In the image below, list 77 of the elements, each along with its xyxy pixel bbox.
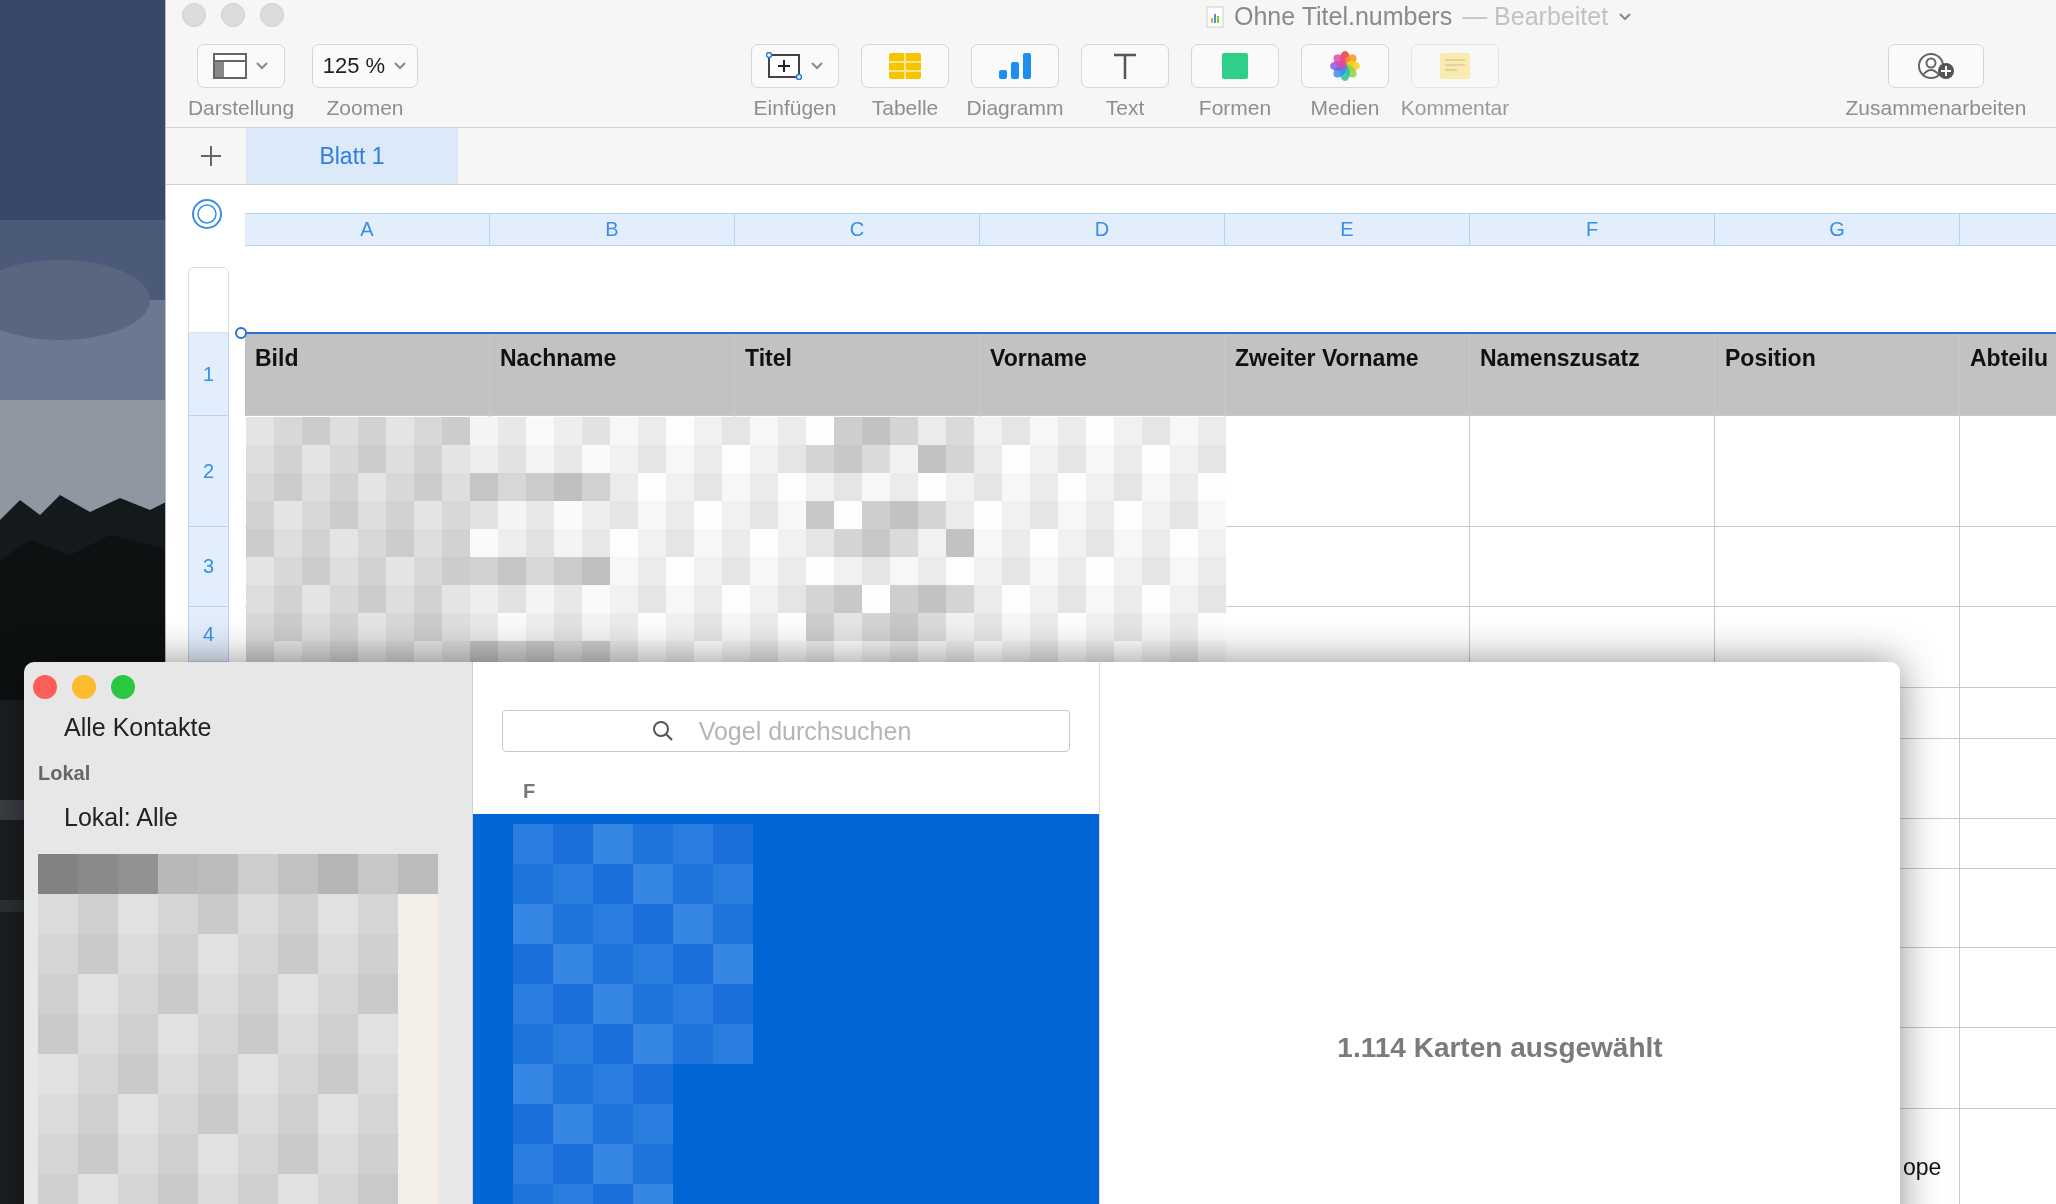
window-title: Ohne Titel.numbers: [1234, 2, 1453, 31]
row-header[interactable]: [188, 267, 229, 333]
chevron-icon: [255, 61, 269, 71]
chevron-icon: [1618, 11, 1633, 22]
row-header[interactable]: 1: [188, 333, 229, 416]
toolbar-label: Darstellung: [187, 96, 295, 120]
toolbar-label: Tabelle: [871, 96, 939, 120]
table-header-cell: Zweiter Vorname: [1225, 333, 1470, 416]
table-header-cell: Abteilu: [1960, 333, 2056, 416]
toolbar-label: Medien: [1310, 96, 1380, 120]
table-button[interactable]: [861, 44, 949, 88]
row-header[interactable]: 2: [188, 416, 229, 527]
note-icon: [1439, 52, 1471, 80]
column-header[interactable]: D: [980, 213, 1225, 246]
bar-chart-icon: [997, 52, 1033, 80]
window-control[interactable]: [72, 675, 96, 699]
select-all-icon: [191, 198, 223, 230]
selected-contacts[interactable]: [473, 814, 1099, 1204]
chart-button[interactable]: [971, 44, 1059, 88]
square-icon: [1221, 52, 1249, 80]
view-button[interactable]: [197, 44, 285, 88]
window-control[interactable]: [182, 3, 206, 27]
add-icon: [200, 145, 222, 167]
section-header: F: [522, 779, 537, 804]
chevron-icon: [393, 61, 408, 71]
section-header: Lokal: [37, 761, 92, 786]
media-button[interactable]: [1301, 44, 1389, 88]
column-header[interactable]: G: [1715, 213, 1960, 246]
table-header-cell: Namenszusatz: [1470, 333, 1715, 416]
table-header-cell: Titel: [735, 333, 980, 416]
zoom-button[interactable]: 125 %: [311, 44, 419, 88]
toolbar-label: Kommentar: [1400, 96, 1510, 120]
table-header-cell: Bild: [245, 333, 490, 416]
layout-icon: [213, 53, 247, 79]
toolbar-label: Formen: [1198, 96, 1272, 120]
flower-icon: [1330, 51, 1360, 81]
selection-summary: 1.114 Karten ausgewählt: [1337, 1032, 1663, 1065]
column-header[interactable]: B: [490, 213, 735, 246]
toolbar-label: Text: [1105, 96, 1145, 120]
column-header[interactable]: C: [735, 213, 980, 246]
sidebar-item[interactable]: Alle Kontakte: [24, 699, 472, 750]
toolbar-label: Einfügen: [753, 96, 837, 120]
window-control[interactable]: [111, 675, 135, 699]
window-control[interactable]: [33, 675, 57, 699]
person-add-icon: [1916, 51, 1956, 81]
document-icon: [1206, 5, 1224, 28]
insert-icon: [766, 52, 802, 80]
toolbar-label: Zoomen: [326, 96, 404, 120]
collaborate-button[interactable]: [1888, 44, 1984, 88]
row-header[interactable]: 3: [188, 527, 229, 607]
column-header[interactable]: A: [245, 213, 490, 246]
shape-button[interactable]: [1191, 44, 1279, 88]
window-control[interactable]: [221, 3, 245, 27]
table-header-cell: Position: [1715, 333, 1960, 416]
column-header[interactable]: F: [1470, 213, 1715, 246]
row-header[interactable]: 4: [188, 607, 229, 662]
toolbar-label: Diagramm: [966, 96, 1064, 120]
sidebar-item[interactable]: Lokal: Alle: [24, 789, 472, 840]
text-button[interactable]: [1081, 44, 1169, 88]
insert-button[interactable]: [751, 44, 839, 88]
sheet-tab[interactable]: Blatt 1: [246, 128, 458, 184]
table-cell[interactable]: [1715, 416, 1960, 527]
search-field[interactable]: Vogel durchsuchen: [502, 710, 1070, 752]
table-header-cell: Vorname: [980, 333, 1225, 416]
table-cell[interactable]: [1225, 416, 1470, 527]
table-cell[interactable]: [1470, 527, 1715, 607]
chevron-icon: [810, 61, 824, 71]
table-icon: [888, 52, 922, 80]
search-icon: [652, 720, 674, 742]
window-control[interactable]: [260, 3, 284, 27]
column-header[interactable]: E: [1225, 213, 1470, 246]
table-cell[interactable]: [1470, 416, 1715, 527]
table-header-cell: Nachname: [490, 333, 735, 416]
text-icon: [1112, 52, 1138, 80]
toolbar-label: Zusammenarbeiten: [1845, 96, 2027, 120]
table-cell[interactable]: [1715, 527, 1960, 607]
table-cell[interactable]: [1225, 527, 1470, 607]
